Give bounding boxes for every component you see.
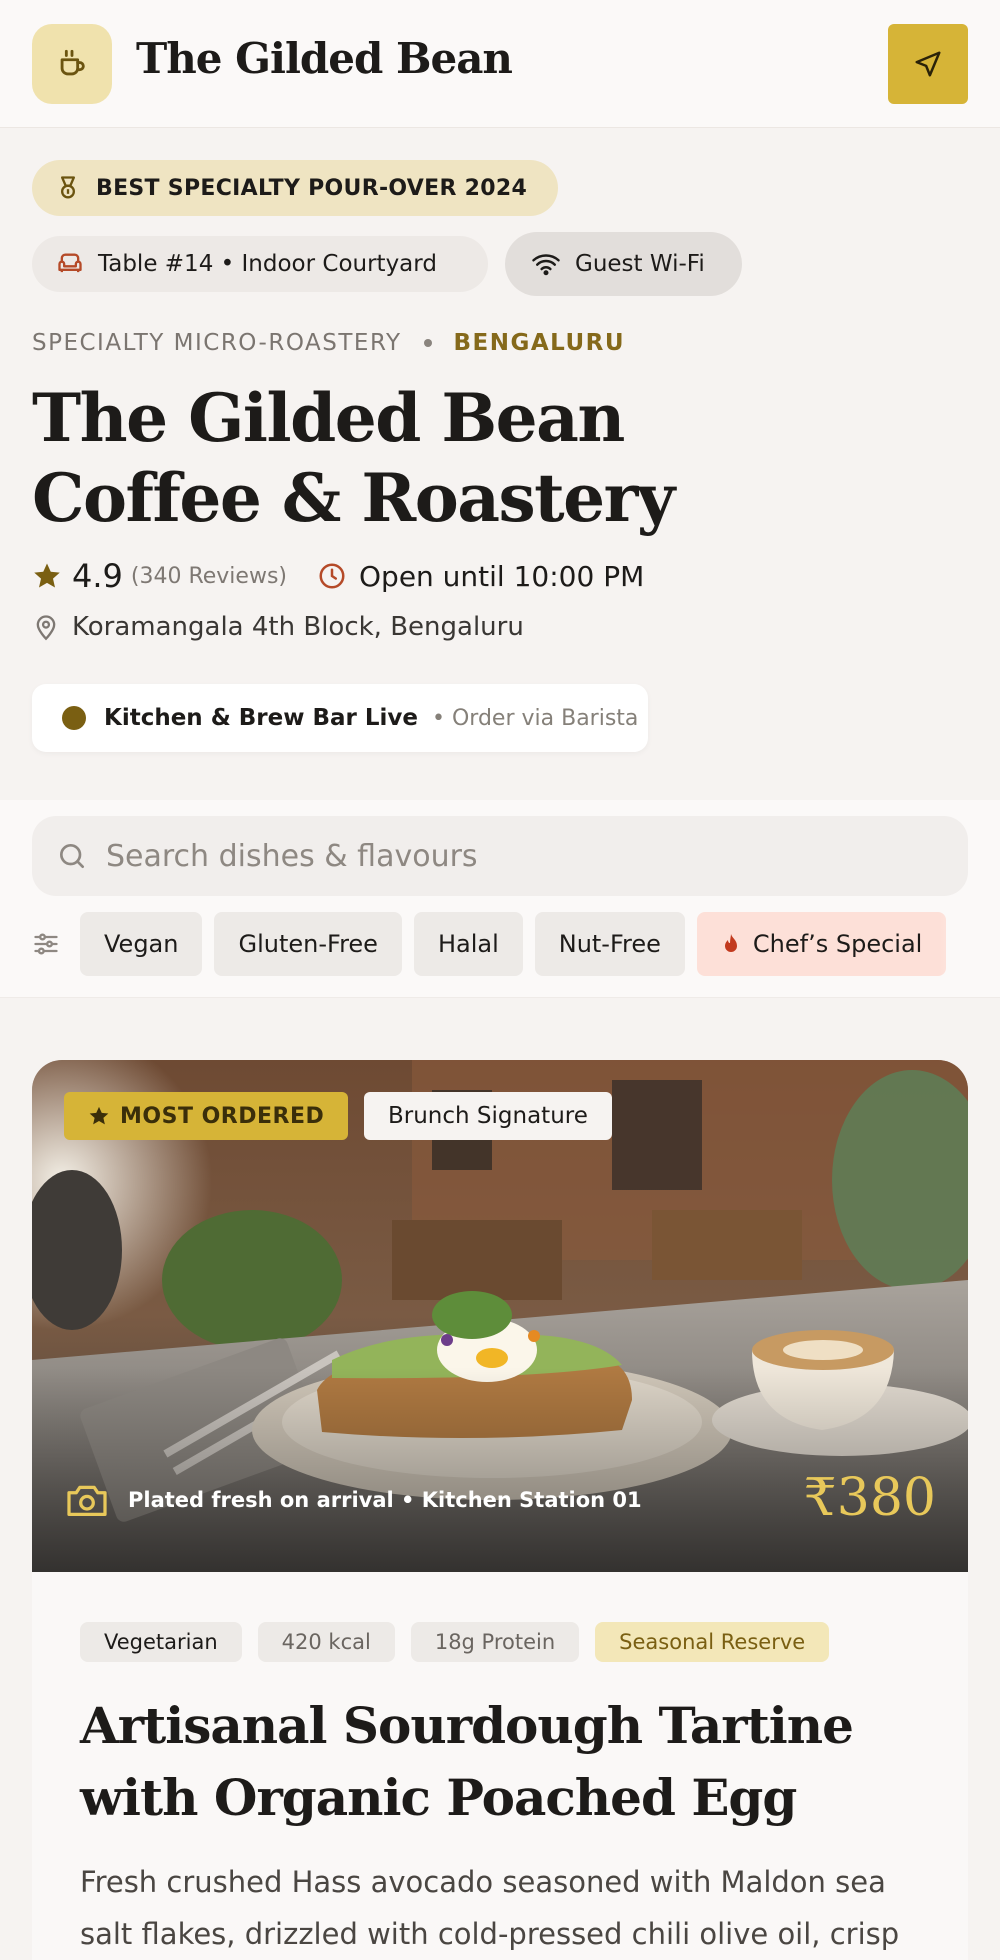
coffee-cup-icon [60, 49, 85, 76]
search-bar[interactable] [32, 816, 968, 896]
dish-card[interactable]: MOST ORDERED Brunch Signature Plated fre… [32, 1060, 968, 1960]
opening-hours: Open until 10:00 PM [359, 559, 645, 593]
venue-title: The Gilded Bean Coffee & Roastery [32, 379, 675, 537]
caption-text: Plated fresh on arrival • Kitchen Statio… [128, 1488, 642, 1512]
venue-meta: 4.9 (340 Reviews) Open until 10:00 PM [32, 556, 644, 596]
brand-name: The Gilded Bean [136, 34, 513, 83]
rating-value: 4.9 [72, 557, 123, 595]
filter-chip-gluten-free[interactable]: Gluten-Free [214, 912, 402, 976]
map-pin-icon [36, 615, 56, 641]
logo[interactable] [32, 24, 112, 104]
tag-protein: 18g Protein [410, 1622, 580, 1662]
photo-caption: Plated fresh on arrival • Kitchen Statio… [64, 1482, 642, 1518]
live-indicator [62, 706, 86, 730]
wifi-button[interactable]: Guest Wi-Fi [505, 232, 742, 296]
table-label: Table #14 • Indoor Courtyard [98, 251, 437, 277]
wifi-icon [532, 254, 560, 276]
navigation-arrow-icon [915, 51, 941, 77]
clock-icon [319, 563, 345, 589]
medal-icon [61, 176, 76, 199]
award-badge: BEST SPECIALTY POUR-OVER 2024 [32, 160, 558, 216]
filter-chip-nut-free[interactable]: Nut-Free [534, 912, 685, 976]
filter-row: Vegan Gluten-Free Halal Nut-Free Chef’s … [32, 912, 1000, 976]
scroll-fade [940, 912, 1000, 976]
dish-price: ₹380 [803, 1468, 936, 1528]
dish-title: Artisanal Sourdough Tartine with Organic… [80, 1696, 854, 1827]
search-section: Vegan Gluten-Free Halal Nut-Free Chef’s … [0, 800, 1000, 998]
filter-chip-halal[interactable]: Halal [413, 912, 523, 976]
address-text: Koramangala 4th Block, Bengaluru [72, 612, 524, 642]
tag-seasonal-reserve: Seasonal Reserve [595, 1622, 830, 1662]
dish-description: Fresh crushed Hass avocado seasoned with… [80, 1865, 900, 1951]
star-icon [89, 1106, 109, 1125]
search-icon [60, 844, 84, 868]
venue-city: BENGALURU [453, 330, 626, 356]
filter-chip-label: Chef’s Special [752, 930, 923, 958]
directions-button[interactable] [888, 24, 968, 104]
search-input[interactable] [106, 838, 906, 874]
filter-settings-icon[interactable] [32, 930, 68, 958]
brunch-signature-badge: Brunch Signature [364, 1092, 612, 1140]
tag-calories: 420 kcal [257, 1622, 395, 1662]
venue-address[interactable]: Koramangala 4th Block, Bengaluru [32, 612, 524, 642]
filter-chip-chefs-special[interactable]: Chef’s Special [696, 912, 947, 976]
most-ordered-label: MOST ORDERED [120, 1103, 325, 1129]
flame-icon [724, 934, 737, 952]
review-count[interactable]: (340 Reviews) [131, 564, 287, 589]
star-icon [34, 563, 60, 588]
dish-tags: Vegetarian 420 kcal 18g Protein Seasonal… [80, 1622, 830, 1662]
tag-vegetarian: Vegetarian [80, 1622, 242, 1662]
live-status: Kitchen & Brew Bar Live [104, 705, 419, 731]
camera-icon [67, 1485, 107, 1517]
venue-eyebrow: SPECIALTY MICRO-ROASTERY BENGALURU [32, 330, 625, 356]
armchair-icon [58, 253, 82, 273]
venue-category: SPECIALTY MICRO-ROASTERY [32, 330, 402, 356]
live-note: • Order via Barista [432, 705, 639, 731]
wifi-label: Guest Wi-Fi [575, 251, 705, 277]
award-label: BEST SPECIALTY POUR-OVER 2024 [96, 175, 528, 201]
table-pill: Table #14 • Indoor Courtyard [32, 236, 488, 292]
separator-dot [423, 339, 432, 347]
filter-chip-vegan[interactable]: Vegan [80, 912, 203, 976]
most-ordered-badge: MOST ORDERED [64, 1092, 349, 1140]
top-bar: The Gilded Bean [0, 0, 1000, 128]
kitchen-status-card: Kitchen & Brew Bar Live • Order via Bari… [32, 684, 648, 752]
